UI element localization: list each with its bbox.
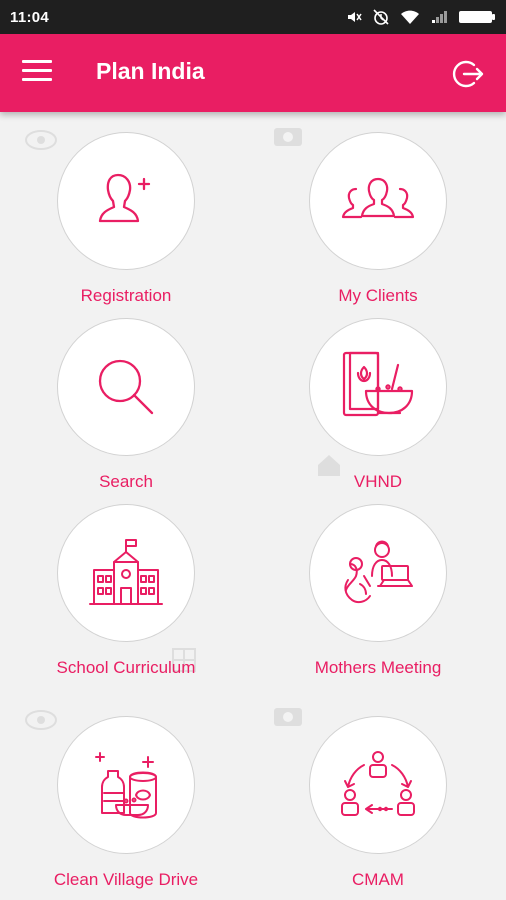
tile-icon-circle: [309, 716, 447, 854]
tile-search[interactable]: Search: [26, 318, 226, 497]
status-time: 11:04: [10, 8, 50, 26]
alarm-off-icon: [372, 8, 390, 26]
status-bar: 11:04: [0, 0, 506, 34]
tile-icon-circle: [57, 132, 195, 270]
page-title: Plan India: [96, 58, 205, 84]
tile-vhnd[interactable]: VHND: [278, 318, 478, 497]
signal-icon: [430, 9, 448, 25]
app-bar: Plan India: [0, 34, 506, 112]
status-icons: [346, 8, 496, 26]
battery-icon: [458, 9, 496, 25]
tile-label: Clean Village Drive: [53, 870, 199, 889]
search-icon: [98, 359, 154, 415]
cleaning-supplies-icon: [95, 752, 157, 819]
meeting-icon: [344, 540, 413, 604]
tile-registration[interactable]: Registration: [26, 132, 226, 311]
tile-school-curriculum[interactable]: School Curriculum: [26, 504, 226, 683]
hamburger-menu-icon[interactable]: [22, 60, 52, 84]
nutrition-book-icon: [342, 351, 414, 417]
tile-icon-circle: [57, 318, 195, 456]
tile-icon-circle: [309, 318, 447, 456]
tile-mothers-meeting[interactable]: Mothers Meeting: [278, 504, 478, 683]
tile-icon-circle: [57, 716, 195, 854]
wifi-icon: [400, 9, 420, 25]
school-building-icon: [89, 539, 163, 605]
menu-grid: Registration My Clients Search VHND Scho…: [0, 112, 506, 900]
cycle-people-icon: [341, 751, 415, 816]
tile-label: Registration: [80, 286, 172, 305]
tile-label: My Clients: [338, 286, 418, 305]
tile-label: CMAM: [352, 870, 404, 889]
tile-label: Search: [99, 472, 153, 491]
tile-cmam[interactable]: CMAM: [278, 716, 478, 895]
tile-icon-circle: [309, 132, 447, 270]
tile-my-clients[interactable]: My Clients: [278, 132, 478, 311]
mute-icon: [346, 9, 362, 25]
tile-label: Mothers Meeting: [314, 658, 442, 677]
logout-icon[interactable]: [450, 56, 486, 92]
tile-icon-circle: [309, 504, 447, 642]
tile-clean-village-drive[interactable]: Clean Village Drive: [26, 716, 226, 895]
tile-label: VHND: [353, 472, 403, 491]
add-user-icon: [98, 173, 151, 223]
group-icon: [341, 177, 415, 219]
tile-label: School Curriculum: [56, 658, 196, 677]
tile-icon-circle: [57, 504, 195, 642]
